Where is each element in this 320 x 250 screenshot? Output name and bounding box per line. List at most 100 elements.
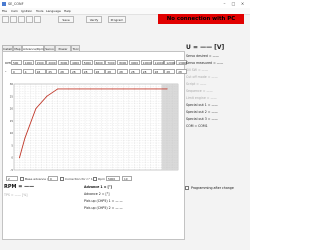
status-item: Cut off mode = —— [186, 75, 218, 79]
status-item: Script = —— [186, 82, 207, 86]
minimize-button[interactable]: – [221, 1, 228, 7]
degree-point-input[interactable]: 28 [129, 69, 140, 74]
menu-language[interactable]: Language [46, 9, 61, 13]
menu-help[interactable]: Help [64, 9, 71, 13]
menu-ignition[interactable]: Ignition [21, 9, 32, 13]
data-point [111, 88, 113, 90]
close-button[interactable]: × [239, 1, 246, 7]
degree-point-input[interactable]: 4 [22, 69, 34, 74]
status-panel: U = —— [V] Servo desired = —— Servo measu… [186, 44, 248, 240]
window-title: SE_CONF [8, 1, 24, 6]
base-advance-input[interactable]: 0 [48, 176, 58, 181]
verify-button[interactable]: Verify [86, 16, 102, 23]
rpm-point-input[interactable]: 2000 [46, 60, 58, 65]
settings-icon[interactable] [34, 16, 41, 23]
y-tick-label: 15 [10, 119, 14, 123]
y-tick-label: 0 [11, 156, 13, 160]
rpm-point-input[interactable]: 1500 [34, 60, 46, 65]
y-tick-label: 25 [10, 94, 14, 98]
chart-svg: 30 25 20 15 10 5 0 -5 [10, 82, 179, 172]
rev-limit-region [161, 84, 178, 170]
data-point [46, 95, 48, 97]
status-item: Servo measured = —— [186, 61, 224, 65]
rpm-correction-label: Rpm [98, 176, 105, 181]
data-point [57, 88, 59, 90]
correction-label: Correction for n° 1 [65, 176, 93, 181]
data-point [166, 88, 168, 90]
rpm-point-input[interactable]: 12000 [164, 60, 176, 65]
rpm-point-input[interactable]: 1000 [22, 60, 34, 65]
y-tick-label: -5 [10, 168, 13, 172]
degree-point-input[interactable]: 25 [46, 69, 58, 74]
advance-curve-chart[interactable]: 30 25 20 15 10 5 0 -5 [4, 82, 180, 174]
rpm-point-input[interactable]: 3000 [58, 60, 70, 65]
base-advance-label: Base advance (°) [25, 176, 51, 181]
rpm-checkbox[interactable] [93, 176, 97, 181]
data-point [18, 157, 20, 159]
degree-point-input[interactable]: 28 [93, 69, 105, 74]
data-point [144, 88, 146, 90]
status-item: Servo desired = —— [186, 54, 219, 58]
tps-readout: TPS = —— [%] [4, 193, 28, 197]
y-tick-label: 30 [10, 82, 14, 86]
base-advance-checkbox[interactable] [20, 176, 24, 181]
degree-point-input[interactable]: 28 [105, 69, 117, 74]
y-tick-label: 10 [10, 131, 14, 135]
y-tick-label: 20 [10, 107, 14, 111]
connection-status-banner: No connection with PC [158, 14, 244, 24]
degree-point-input[interactable]: 28 [81, 69, 93, 74]
status-item: Special out 2 = —— [186, 110, 218, 114]
degree-point-input[interactable]: 28 [58, 69, 70, 74]
pickup2-readout: Pick-up (CHP5) 2 = — — [84, 206, 123, 210]
status-item: Kill SW = —— [186, 68, 209, 72]
rpm-point-input[interactable]: 10000 [140, 60, 152, 65]
degree-point-input[interactable]: 28 [70, 69, 81, 74]
status-item: Special out 3 = —— [186, 117, 218, 121]
deg-correction-input[interactable]: 10 [122, 176, 132, 181]
rpm-point-input[interactable]: 7000 [105, 60, 117, 65]
rpm-point-input[interactable]: 8000 [117, 60, 129, 65]
maximize-button[interactable]: □ [230, 1, 237, 7]
data-point [79, 88, 81, 90]
degree-point-input[interactable]: 28 [164, 69, 176, 74]
y-tick-label: 5 [11, 143, 13, 147]
program-button[interactable]: Program [108, 16, 126, 23]
correction-checkbox[interactable] [60, 176, 64, 181]
status-item: Limit engine = —— [186, 96, 217, 100]
degree-point-input[interactable]: 28 [152, 69, 164, 74]
app-icon [2, 2, 6, 6]
rpm-input[interactable]: 2 [6, 176, 18, 181]
rpm-point-input[interactable]: 5000 [81, 60, 93, 65]
save-button[interactable]: Save [58, 16, 74, 23]
degree-point-input[interactable]: 0 [11, 69, 22, 74]
rpm-point-input[interactable]: 6000 [93, 60, 105, 65]
degree-point-input[interactable]: 28 [140, 69, 152, 74]
open-folder-icon[interactable] [10, 16, 17, 23]
menu-cam[interactable]: Cam [11, 9, 18, 13]
voltage-readout: U = —— [V] [186, 44, 225, 51]
data-point [68, 88, 70, 90]
new-file-icon[interactable] [2, 16, 9, 23]
rpm-point-input[interactable]: 9000 [129, 60, 140, 65]
menu-file[interactable]: File [2, 9, 7, 13]
data-point [133, 88, 135, 90]
app-window: SE_CONF – □ × File Cam Ignition Tools La… [0, 0, 250, 250]
connect-icon[interactable] [26, 16, 33, 23]
rpm-point-input[interactable]: 500 [11, 60, 22, 65]
rpm-point-input[interactable]: 4000 [70, 60, 81, 65]
advance2-readout: Advance 2 = [°] [84, 192, 110, 196]
degree-point-input[interactable]: 28 [117, 69, 129, 74]
menu-tools[interactable]: Tools [36, 9, 43, 13]
data-point [90, 88, 92, 90]
data-point [100, 88, 102, 90]
pickup1-readout: Pick-up (CHP5) 1 = — — [84, 199, 123, 203]
rpm-point-input[interactable]: 11000 [152, 60, 164, 65]
degree-point-input[interactable]: 18 [34, 69, 46, 74]
rpm-readout: RPM = —— [4, 184, 35, 190]
data-point [122, 88, 124, 90]
status-item: Special out 1 = —— [186, 103, 218, 107]
rpm-correction-input[interactable]: 5000 [106, 176, 120, 181]
data-point [155, 88, 157, 90]
status-item: COM = COM1 [186, 124, 208, 128]
print-icon[interactable] [18, 16, 25, 23]
